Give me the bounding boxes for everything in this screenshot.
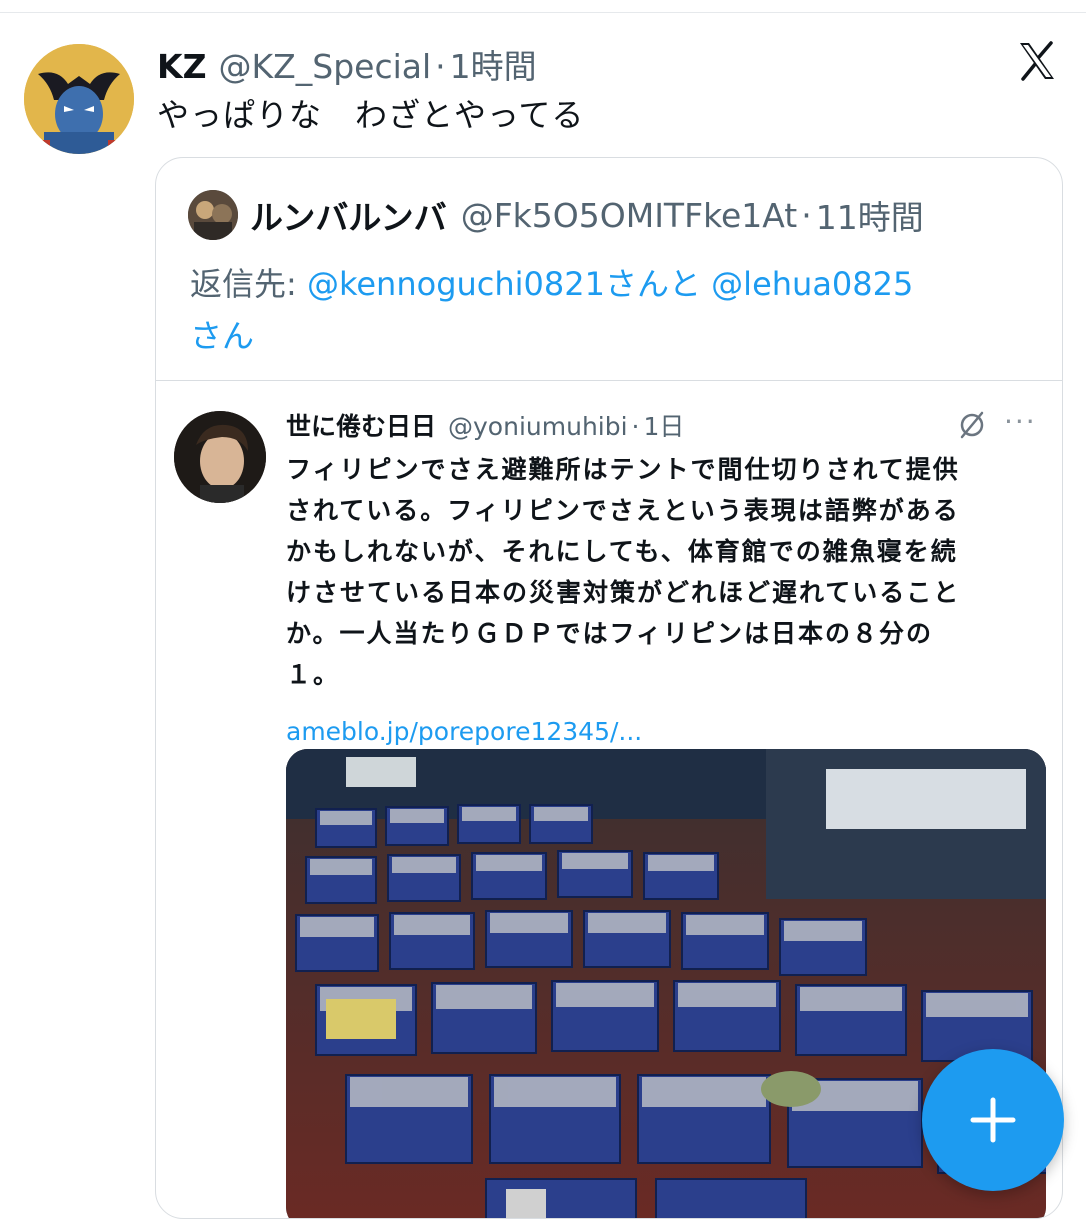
top-divider (0, 12, 1086, 13)
grok-icon (958, 411, 986, 439)
embedded-author-handle: @yoniumuhibi (448, 412, 628, 441)
compose-button[interactable] (922, 1049, 1064, 1191)
text-line: されている。フィリピンでさえという表現は語弊がある (286, 496, 960, 525)
mention-link[interactable]: @kennoguchi0821 (307, 265, 605, 303)
reply-prefix: 返信先: (190, 265, 307, 303)
author-name[interactable]: KZ (157, 47, 207, 86)
quote-timestamp[interactable]: 11時間 (816, 191, 924, 239)
embedded-header: 世に倦む日日 @yoniumuhibi · 1日 (286, 407, 684, 447)
text-line: けさせている日本の災害対策がどれほど遅れていること (286, 578, 961, 607)
author-avatar[interactable] (24, 44, 134, 154)
quote-author-avatar[interactable] (188, 190, 238, 240)
text-line: フィリピンでさえ避難所はテントで間仕切りされて提供 (286, 455, 960, 484)
quote-author-name[interactable]: ルンバルンバ (250, 191, 447, 239)
text-line: か。一人当たりＧＤＰではフィリピンは日本の８分の (286, 619, 934, 648)
embedded-timestamp: 1日 (643, 412, 685, 441)
text-line: １。 (286, 660, 341, 689)
plus-icon (970, 1097, 1016, 1143)
mention-joiner: さんと (604, 265, 701, 303)
quote-header: ルンバルンバ @Fk5O5OMITFke1At · 11時間 (188, 190, 924, 240)
mention-link[interactable]: @lehua0825 (711, 265, 913, 303)
embedded-author-avatar (174, 411, 266, 503)
embedded-author-name: 世に倦む日日 (286, 412, 437, 441)
tweet-timestamp[interactable]: 1時間 (450, 40, 537, 88)
tweet-text: やっぱりな わざとやってる (157, 96, 585, 134)
reply-context: 返信先: @kennoguchi0821さんと @lehua0825 さん (190, 258, 1010, 362)
separator-dot: · (801, 195, 812, 235)
more-options-icon: ··· (1004, 405, 1037, 438)
separator-dot: · (631, 412, 640, 441)
quote-author-handle[interactable]: @Fk5O5OMITFke1At (461, 196, 798, 235)
x-logo-icon (1016, 40, 1058, 82)
separator-dot: · (435, 47, 446, 86)
mention-suffix: さん (190, 317, 255, 355)
author-handle[interactable]: @KZ_Special (219, 47, 432, 86)
tweet-header: KZ @KZ_Special · 1時間 (157, 40, 537, 86)
embedded-link: ameblo.jp/porepore12345/... (286, 717, 643, 746)
embedded-tweet-text: フィリピンでさえ避難所はテントで間仕切りされて提供 されている。フィリピンでさえ… (286, 449, 1046, 695)
quoted-tweet-card[interactable]: ルンバルンバ @Fk5O5OMITFke1At · 11時間 返信先: @ken… (155, 157, 1063, 1219)
text-line: かもしれないが、それにしても、体育館での雑魚寝を続 (286, 537, 958, 566)
